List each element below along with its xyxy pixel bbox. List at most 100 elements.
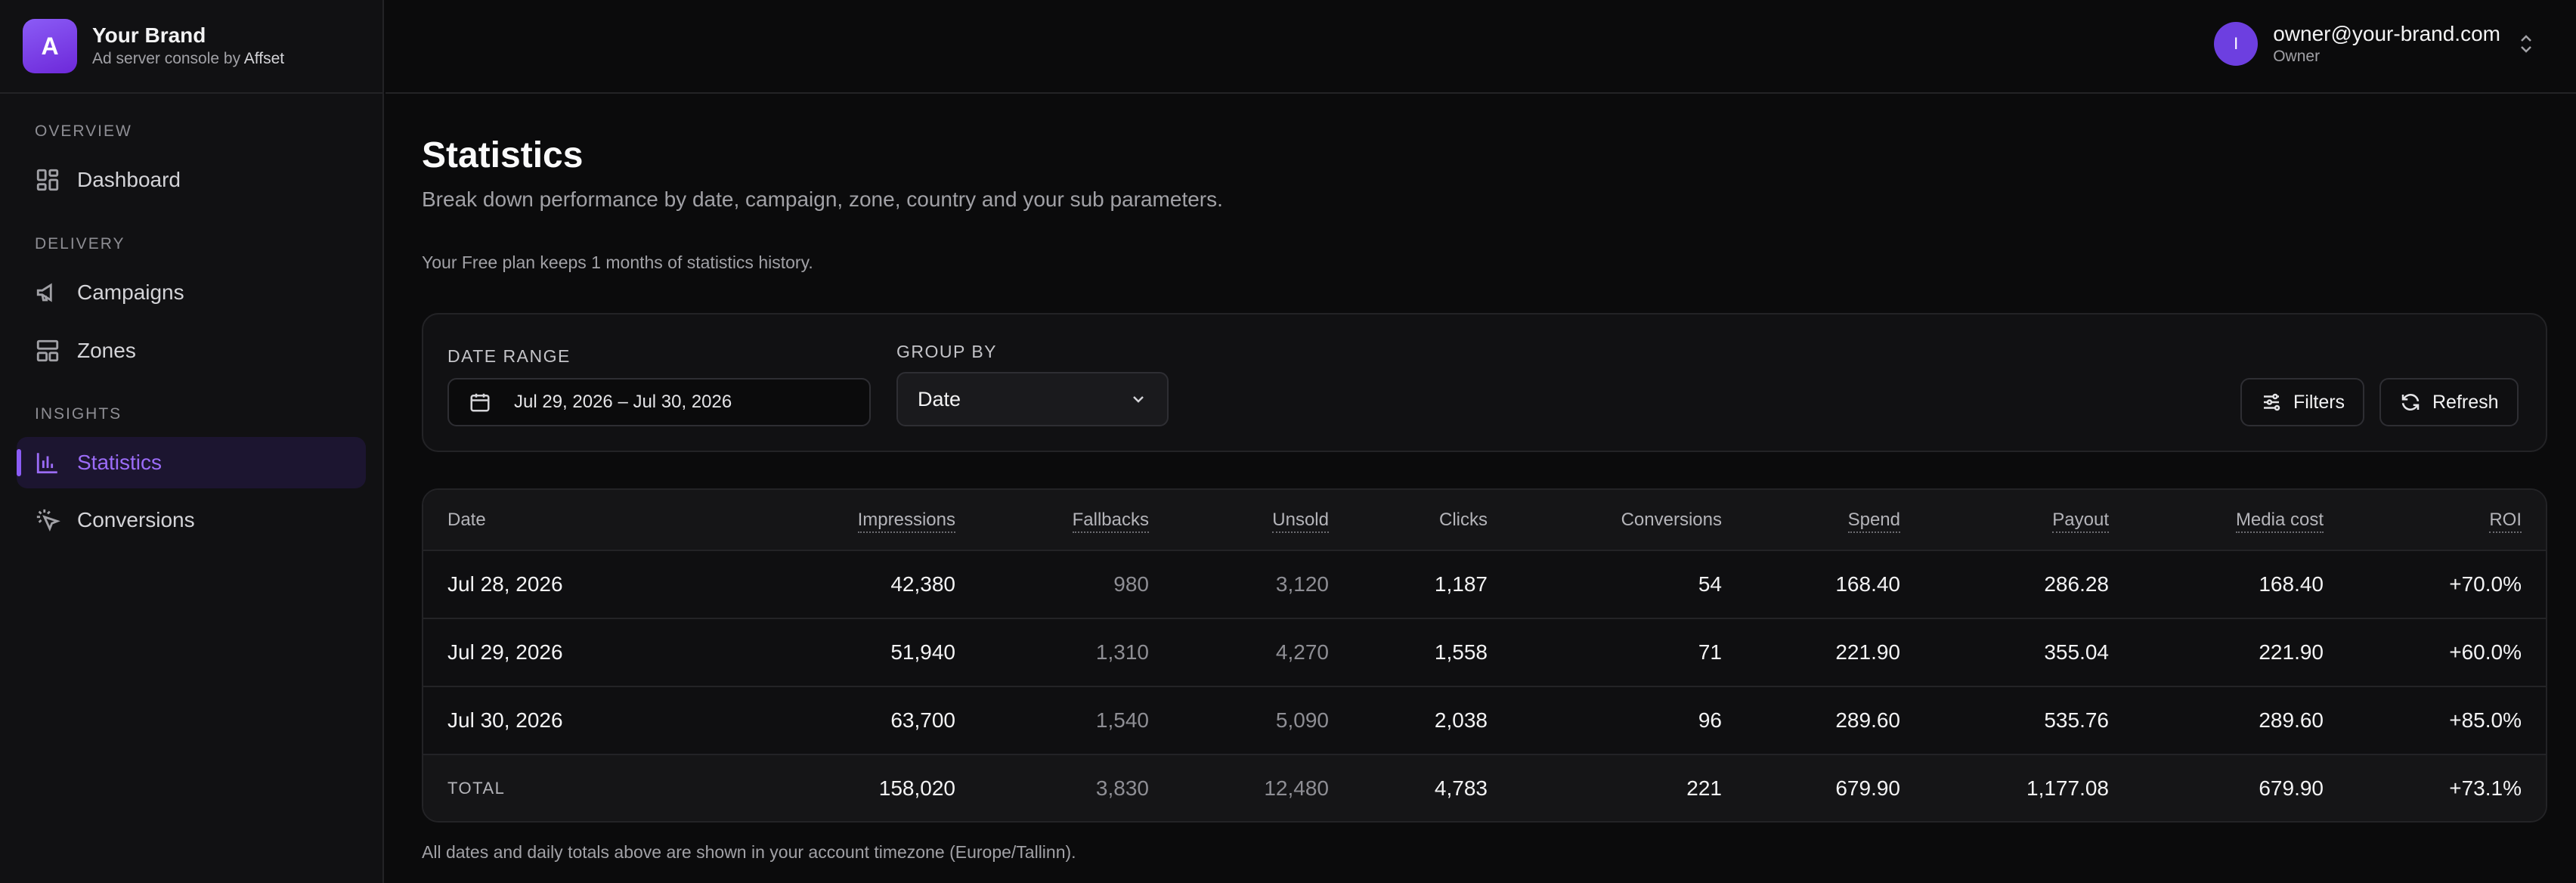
brand-name: Your Brand xyxy=(92,23,206,47)
table-cell: 289.60 xyxy=(2133,686,2348,755)
table-header-row: Date Impressions Fallbacks Unsold Clicks… xyxy=(423,490,2546,551)
table-cell: 4,270 xyxy=(1173,618,1353,687)
total-cell: +73.1% xyxy=(2348,754,2546,821)
table-cell: 1,310 xyxy=(980,618,1173,687)
column-header-spend[interactable]: Spend xyxy=(1746,490,1924,551)
brand-logo: A xyxy=(23,19,77,73)
column-header-payout[interactable]: Payout xyxy=(1924,490,2133,551)
brand-subtitle: Ad server console by Affset xyxy=(92,50,285,67)
table-cell: 535.76 xyxy=(1924,686,2133,755)
date-range-value: Jul 29, 2026 – Jul 30, 2026 xyxy=(514,392,732,412)
table-cell: 5,090 xyxy=(1173,686,1353,755)
sidebar-item-label: Zones xyxy=(77,339,136,362)
table-cell: 2,038 xyxy=(1353,686,1512,755)
table-cell: 54 xyxy=(1512,550,1746,619)
sidebar-item-dashboard[interactable]: Dashboard xyxy=(17,154,366,206)
sidebar-item-zones[interactable]: Zones xyxy=(17,325,366,376)
table-cell: 1,540 xyxy=(980,686,1173,755)
sidebar-item-campaigns[interactable]: Campaigns xyxy=(17,267,366,318)
statistics-table: Date Impressions Fallbacks Unsold Clicks… xyxy=(422,488,2547,823)
brand-header[interactable]: A Your Brand Ad server console by Affset xyxy=(0,0,382,94)
table-cell: 980 xyxy=(980,550,1173,619)
table-cell: Jul 29, 2026 xyxy=(423,618,726,687)
table-cell: 221.90 xyxy=(1746,618,1924,687)
total-label: TOTAL xyxy=(423,754,726,821)
table-cell: Jul 28, 2026 xyxy=(423,550,726,619)
avatar: I xyxy=(2214,22,2259,66)
refresh-button[interactable]: Refresh xyxy=(2379,378,2519,426)
top-bar: I owner@your-brand.com Owner xyxy=(385,0,2576,94)
column-header-conversions[interactable]: Conversions xyxy=(1512,490,1746,551)
table-row[interactable]: Jul 28, 2026 42,380 980 3,120 1,187 54 1… xyxy=(423,550,2546,619)
date-range-picker[interactable]: Jul 29, 2026 – Jul 30, 2026 xyxy=(447,378,871,426)
timezone-note: All dates and daily totals above are sho… xyxy=(422,842,1076,862)
table-cell: 355.04 xyxy=(1924,618,2133,687)
total-cell: 679.90 xyxy=(2133,754,2348,821)
table-cell: 286.28 xyxy=(1924,550,2133,619)
sidebar-item-label: Campaigns xyxy=(77,280,184,304)
column-header-fallbacks[interactable]: Fallbacks xyxy=(980,490,1173,551)
date-range-label: DATE RANGE xyxy=(447,346,571,366)
page-description: Break down performance by date, campaign… xyxy=(422,187,1223,211)
column-header-unsold[interactable]: Unsold xyxy=(1173,490,1353,551)
total-cell: 221 xyxy=(1512,754,1746,821)
chevrons-up-down-icon[interactable] xyxy=(2517,30,2535,57)
total-cell: 1,177.08 xyxy=(1924,754,2133,821)
table-cell: 42,380 xyxy=(726,550,980,619)
total-cell: 4,783 xyxy=(1353,754,1512,821)
table-cell: Jul 30, 2026 xyxy=(423,686,726,755)
table-total-row: TOTAL 158,020 3,830 12,480 4,783 221 679… xyxy=(423,754,2546,821)
chevron-down-icon xyxy=(1133,396,1144,403)
table-cell: +85.0% xyxy=(2348,686,2546,755)
sidebar-item-statistics[interactable]: Statistics xyxy=(17,437,366,488)
table-cell: 96 xyxy=(1512,686,1746,755)
table-cell: 221.90 xyxy=(2133,618,2348,687)
sidebar-item-label: Dashboard xyxy=(77,168,181,191)
pointer-click-icon xyxy=(35,507,60,533)
total-cell: 12,480 xyxy=(1173,754,1353,821)
table-cell: 1,558 xyxy=(1353,618,1512,687)
table-row[interactable]: Jul 30, 2026 63,700 1,540 5,090 2,038 96… xyxy=(423,686,2546,755)
sidebar-item-label: Statistics xyxy=(77,451,163,474)
table-row[interactable]: Jul 29, 2026 51,940 1,310 4,270 1,558 71… xyxy=(423,618,2546,687)
column-header-date[interactable]: Date xyxy=(423,490,726,551)
column-header-roi[interactable]: ROI xyxy=(2348,490,2546,551)
table-cell: 168.40 xyxy=(2133,550,2348,619)
sidebar: A Your Brand Ad server console by Affset… xyxy=(0,0,384,883)
total-cell: 3,830 xyxy=(980,754,1173,821)
user-menu[interactable]: I owner@your-brand.com Owner xyxy=(2214,21,2535,67)
nav-section-delivery: DELIVERY xyxy=(35,235,125,253)
filters-button[interactable]: Filters xyxy=(2240,378,2365,426)
total-cell: 679.90 xyxy=(1746,754,1924,821)
group-by-select[interactable]: Date xyxy=(896,372,1169,426)
group-by-value: Date xyxy=(918,387,961,411)
refresh-icon xyxy=(2401,394,2420,411)
table-cell: 63,700 xyxy=(726,686,980,755)
page-title: Statistics xyxy=(422,135,584,175)
table-cell: 289.60 xyxy=(1746,686,1924,755)
sidebar-item-label: Conversions xyxy=(77,508,195,531)
table-cell: 3,120 xyxy=(1173,550,1353,619)
nav-section-overview: OVERVIEW xyxy=(35,122,132,140)
column-header-media-cost[interactable]: Media cost xyxy=(2133,490,2348,551)
table-cell: 168.40 xyxy=(1746,550,1924,619)
table-cell: 51,940 xyxy=(726,618,980,687)
user-email: owner@your-brand.com xyxy=(2273,22,2500,45)
dashboard-icon xyxy=(35,167,60,193)
sliders-icon xyxy=(2264,393,2280,411)
nav-section-insights: INSIGHTS xyxy=(35,405,122,423)
table-cell: 71 xyxy=(1512,618,1746,687)
plan-note: Your Free plan keeps 1 months of statist… xyxy=(422,253,813,272)
bar-chart-icon xyxy=(35,450,60,476)
group-by-label: GROUP BY xyxy=(896,342,997,361)
total-cell: 158,020 xyxy=(726,754,980,821)
calendar-icon xyxy=(470,393,490,412)
column-header-impressions[interactable]: Impressions xyxy=(726,490,980,551)
sidebar-item-conversions[interactable]: Conversions xyxy=(17,494,366,546)
column-header-clicks[interactable]: Clicks xyxy=(1353,490,1512,551)
user-role: Owner xyxy=(2273,48,2321,65)
table-cell: 1,187 xyxy=(1353,550,1512,619)
table-cell: +70.0% xyxy=(2348,550,2546,619)
layout-icon xyxy=(35,338,60,364)
megaphone-icon xyxy=(35,280,60,305)
